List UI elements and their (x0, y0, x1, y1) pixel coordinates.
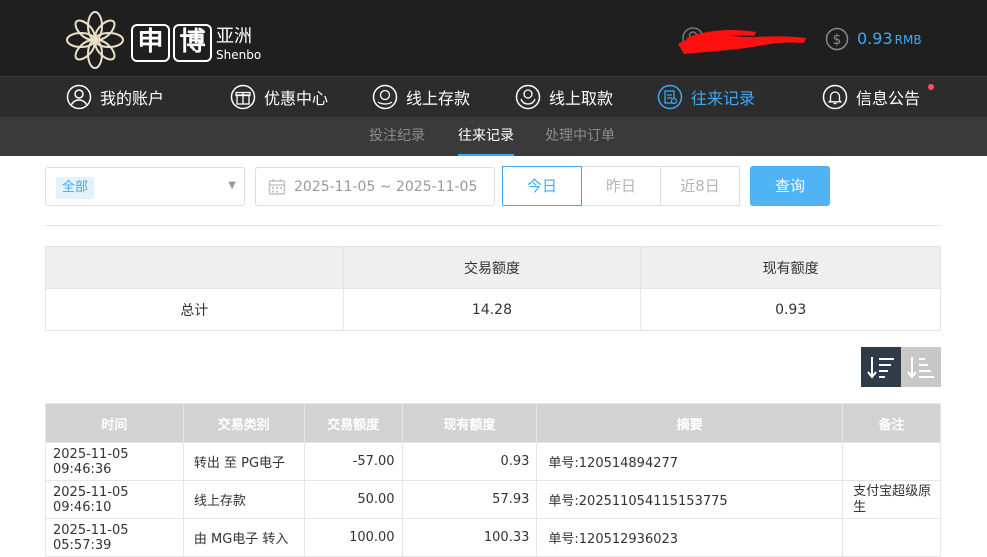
logo-char-shen: 申 (131, 24, 170, 62)
tab-bet-records[interactable]: 投注纪录 (369, 117, 425, 156)
column-header-note[interactable]: 备注 (842, 403, 941, 443)
cell-balance: 0.93 (401, 442, 538, 481)
nav-label: 线上存款 (406, 89, 471, 108)
summary-header-transaction: 交易额度 (342, 246, 642, 289)
sub-nav: 投注纪录 往来记录 处理中订单 (0, 117, 987, 156)
type-select[interactable]: 全部 ▼ (45, 167, 245, 206)
nav-label: 线上取款 (549, 89, 614, 108)
cell-time: 2025-11-05 09:46:10 (45, 480, 184, 519)
cell-note: 支付宝超级原生 (842, 480, 941, 519)
column-header-amount[interactable]: 交易额度 (303, 403, 403, 443)
cell-type: 线上存款 (182, 480, 305, 519)
quick-last-8-days-button[interactable]: 近8日 (660, 166, 740, 206)
cell-amount: -57.00 (303, 442, 403, 481)
tab-pending-orders[interactable]: 处理中订单 (545, 117, 615, 156)
records-icon (657, 84, 683, 110)
cell-note (842, 518, 941, 557)
nav-label: 优惠中心 (264, 89, 329, 108)
query-button[interactable]: 查询 (750, 166, 830, 206)
summary-total-balance: 0.93 (640, 288, 941, 331)
column-header-type[interactable]: 交易类别 (182, 403, 305, 443)
summary-header-empty (45, 246, 344, 289)
sort-ascending-icon (907, 357, 934, 379)
logo-chinese-text: 亚洲 (216, 26, 252, 47)
summary-total-transaction: 14.28 (342, 288, 642, 331)
withdraw-icon (515, 84, 541, 110)
nav-promotions[interactable]: 优惠中心 (230, 77, 328, 117)
bell-icon (822, 84, 848, 110)
balance-amount: 0.93 RMB (857, 29, 922, 50)
type-select-value: 全部 (56, 177, 95, 199)
balance-value: 0.93 (857, 29, 893, 48)
nav-label: 往来记录 (691, 89, 756, 108)
tab-transaction-records[interactable]: 往来记录 (458, 117, 514, 156)
sort-descending-icon (867, 357, 894, 379)
table-row: 2025-11-05 05:57:39 由 MG电子 转入 100.00 100… (45, 518, 941, 557)
divider (45, 225, 941, 226)
cell-summary: 单号:202511054115153775 (536, 480, 844, 519)
sort-descending-button[interactable] (861, 347, 901, 387)
flower-logo-icon (66, 11, 124, 69)
sort-ascending-button[interactable] (901, 347, 941, 387)
logo-english-text: Shenbo (216, 48, 262, 62)
gift-icon (230, 84, 256, 110)
nav-label: 信息公告 (856, 89, 921, 108)
svg-text:$: $ (833, 32, 842, 48)
dollar-coin-icon: $ (825, 27, 849, 51)
column-header-time[interactable]: 时间 (45, 403, 184, 443)
nav-transaction-records[interactable]: 往来记录 (657, 77, 755, 117)
calendar-icon (268, 178, 286, 195)
cell-type: 由 MG电子 转入 (182, 518, 305, 557)
summary-total-label: 总计 (45, 288, 344, 331)
nav-announcements[interactable]: 信息公告 (822, 77, 920, 117)
cell-time: 2025-11-05 05:57:39 (45, 518, 184, 557)
nav-online-deposit[interactable]: 线上存款 (372, 77, 470, 117)
cell-amount: 100.00 (303, 518, 403, 557)
quick-yesterday-button[interactable]: 昨日 (581, 166, 661, 206)
cell-balance: 57.93 (401, 480, 538, 519)
deposit-icon (372, 84, 398, 110)
column-header-balance[interactable]: 现有额度 (401, 403, 538, 443)
cell-amount: 50.00 (303, 480, 403, 519)
cell-balance: 100.33 (401, 518, 538, 557)
cell-summary: 单号:120514894277 (536, 442, 844, 481)
nav-my-account[interactable]: 我的账户 (66, 77, 164, 117)
cell-summary: 单号:120512936023 (536, 518, 844, 557)
table-row: 2025-11-05 09:46:10 线上存款 50.00 57.93 单号:… (45, 480, 941, 519)
column-header-summary[interactable]: 摘要 (536, 403, 844, 443)
nav-label: 我的账户 (100, 89, 165, 108)
logo-char-bo: 博 (173, 24, 212, 62)
records-table: 时间 交易类别 交易额度 现有额度 摘要 备注 2025-11-05 09:46… (45, 403, 941, 557)
balance-unit: RMB (894, 33, 922, 47)
table-row: 2025-11-05 09:46:36 转出 至 PG电子 -57.00 0.9… (45, 442, 941, 481)
cell-time: 2025-11-05 09:46:36 (45, 442, 184, 481)
nav-online-withdraw[interactable]: 线上取款 (515, 77, 613, 117)
quick-today-button[interactable]: 今日 (502, 166, 582, 206)
summary-table: 交易额度 现有额度 总计 14.28 0.93 (45, 246, 941, 331)
date-range-input[interactable]: 2025-11-05 ~ 2025-11-05 (255, 167, 495, 206)
notification-dot (928, 84, 934, 90)
main-nav: 我的账户 优惠中心 线上存款 线上取款 往来记录 信息公告 (0, 76, 987, 117)
summary-header-balance: 现有额度 (640, 246, 941, 289)
redaction-mark (678, 30, 806, 54)
cell-note (842, 442, 941, 481)
chevron-down-icon: ▼ (228, 180, 236, 191)
cell-type: 转出 至 PG电子 (182, 442, 305, 481)
user-circle-icon (66, 84, 92, 110)
top-header: 申 博 亚洲 Shenbo $ 0.93 RMB (0, 0, 987, 76)
date-range-value: 2025-11-05 ~ 2025-11-05 (294, 178, 478, 195)
